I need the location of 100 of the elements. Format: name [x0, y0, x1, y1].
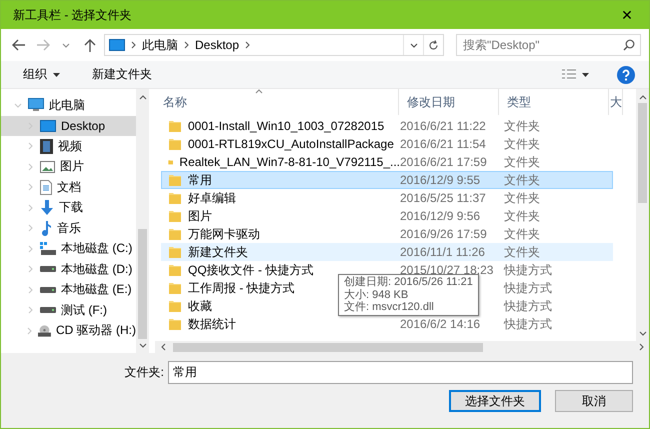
folder-icon — [168, 173, 182, 187]
folder-icon — [168, 119, 182, 133]
folder-input[interactable]: 常用 — [168, 361, 633, 384]
sidebar-item[interactable]: 图片 — [1, 156, 136, 177]
sidebar-item[interactable]: 本地磁盘 (E:) — [1, 280, 136, 300]
sidebar-item[interactable]: 下载 — [1, 198, 136, 218]
chevron-right-icon — [245, 41, 250, 49]
file-name: 好卓编辑 — [188, 190, 236, 206]
file-type: 文件夹 — [504, 226, 540, 240]
column-header[interactable]: 大 — [609, 89, 623, 115]
sidebar-item[interactable]: 视频 — [1, 136, 136, 156]
chevron-right-icon — [28, 162, 32, 171]
file-type: 快捷方式 — [504, 262, 552, 276]
monitor-icon — [28, 98, 44, 112]
select-folder-button[interactable]: 选择文件夹 — [449, 390, 541, 412]
drive-icon — [40, 266, 56, 272]
modified-date: 2016/6/21 17:59 — [400, 155, 487, 169]
scroll-thumb[interactable] — [173, 342, 483, 352]
document-icon — [40, 180, 52, 195]
image-icon — [40, 160, 55, 173]
file-type: 文件夹 — [504, 190, 540, 204]
file-name: 新建文件夹 — [188, 244, 248, 260]
chevron-down-icon — [62, 42, 70, 48]
sidebar-item[interactable]: 此电脑 — [1, 95, 136, 116]
left-arrow-icon — [12, 39, 26, 51]
down-arrow-icon — [40, 200, 54, 216]
file-name: QQ接收文件 - 快捷方式 — [188, 262, 314, 278]
chevron-right-icon — [26, 326, 32, 335]
window-title: 新工具栏 - 选择文件夹 — [13, 6, 132, 24]
modified-date: 2016/6/21 11:54 — [400, 137, 486, 151]
film-icon — [40, 138, 53, 154]
file-row[interactable]: 新建文件夹 2016/11/1 11:26 文件夹 — [161, 243, 613, 261]
tooltip-line: 创建日期: 2016/5/26 11:21 — [344, 276, 473, 288]
chevron-right-icon — [28, 244, 32, 253]
modified-date: 2016/9/26 17:59 — [400, 227, 487, 241]
help-icon[interactable] — [617, 66, 635, 84]
sidebar-item[interactable]: Desktop — [1, 116, 136, 136]
breadcrumb-item[interactable]: Desktop — [195, 38, 240, 52]
folder-icon — [168, 137, 182, 151]
chevron-down-icon — [14, 102, 22, 108]
chevron-right-icon — [28, 142, 32, 150]
sidebar-item[interactable]: 文档 — [1, 177, 136, 198]
drive-icon — [40, 307, 56, 314]
right-arrow-icon — [36, 39, 50, 51]
file-name: 0001-Install_Win10_1003_07282015 — [188, 119, 384, 133]
scroll-thumb[interactable] — [138, 229, 147, 339]
file-name: 万能网卡驱动 — [188, 226, 260, 242]
desktop-icon — [40, 120, 56, 132]
chevron-up-icon — [138, 94, 146, 100]
disc-drive-icon — [38, 324, 51, 338]
chevron-right-icon — [28, 204, 32, 212]
tooltip-line: 文件: msvcr120.dll — [344, 301, 435, 314]
scrollbar[interactable] — [636, 89, 649, 341]
chevron-down-icon — [410, 42, 418, 48]
file-row[interactable]: 常用 2016/12/9 9:55 文件夹 — [161, 171, 613, 189]
details-view-icon — [562, 69, 576, 80]
file-type: 文件夹 — [504, 244, 540, 258]
modified-date: 2016/6/2 14:16 — [400, 317, 480, 331]
file-type: 文件夹 — [504, 172, 540, 186]
cancel-button[interactable]: 取消 — [555, 390, 633, 412]
tooltip-line: 大小: 948 KB — [344, 288, 410, 300]
chevron-right-icon — [184, 41, 189, 49]
chevron-down-icon — [638, 330, 646, 336]
file-type: 快捷方式 — [504, 316, 552, 330]
refresh-icon — [428, 40, 439, 50]
modified-date: 2016/12/9 9:56 — [400, 209, 480, 223]
music-note-icon — [40, 220, 52, 236]
chevron-right-icon — [131, 41, 136, 49]
chevron-right-icon — [28, 286, 32, 294]
sidebar-item[interactable]: 测试 (F:) — [1, 300, 136, 320]
organize-button[interactable]: 组织 — [19, 62, 64, 86]
horizontal-scrollbar[interactable] — [155, 341, 649, 353]
folder-icon — [168, 191, 182, 205]
sidebar-item[interactable]: CD 驱动器 (H:) — [1, 320, 136, 341]
chevron-down-icon — [138, 342, 146, 348]
desktop-icon — [109, 39, 125, 51]
breadcrumb-item[interactable]: 此电脑 — [142, 36, 178, 54]
chevron-right-icon — [28, 224, 32, 232]
search-icon — [623, 39, 635, 51]
new-folder-button[interactable]: 新建文件夹 — [88, 62, 156, 86]
file-type: 文件夹 — [504, 154, 540, 168]
drive-icon — [40, 286, 56, 293]
dropdown-arrow-icon — [582, 72, 589, 76]
folder-icon — [168, 299, 182, 313]
search-field[interactable]: 搜索"Desktop" — [456, 34, 641, 56]
scrollbar[interactable] — [136, 89, 149, 353]
folder-icon — [168, 245, 182, 259]
file-name: 图片 — [188, 208, 212, 224]
close-button[interactable]: ✕ — [613, 3, 641, 27]
sidebar-item[interactable]: 音乐 — [1, 218, 136, 238]
sidebar-item[interactable]: 本地磁盘 (D:) — [1, 259, 136, 280]
folder-icon — [168, 281, 182, 295]
chevron-up-icon — [638, 94, 646, 100]
folder-icon — [168, 227, 182, 241]
folder-icon — [168, 263, 182, 277]
address-bar[interactable]: 此电脑 Desktop — [104, 34, 444, 56]
scroll-thumb[interactable] — [638, 103, 647, 203]
file-name: Realtek_LAN_Win7-8-81-10_V792115_... — [179, 155, 400, 169]
sidebar-item[interactable]: 本地磁盘 (C:) — [1, 238, 136, 259]
file-name: 收藏 — [188, 298, 212, 314]
